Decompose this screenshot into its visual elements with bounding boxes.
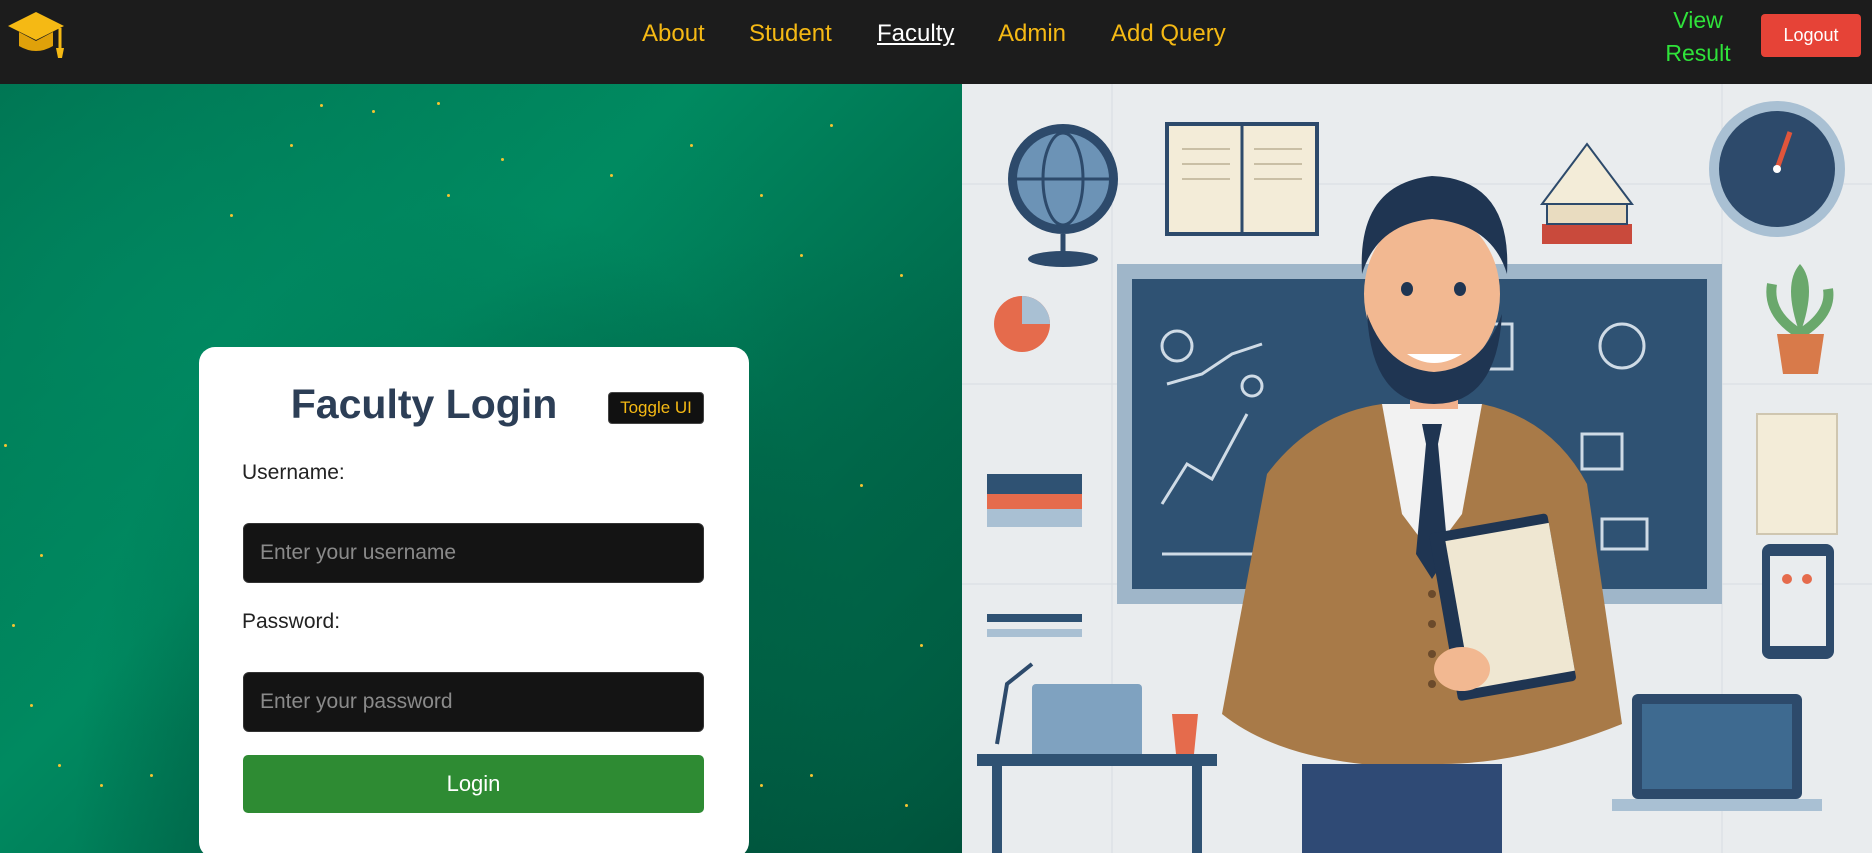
login-card: Faculty Login Toggle UI Username: Passwo… bbox=[199, 347, 749, 853]
login-background: Faculty Login Toggle UI Username: Passwo… bbox=[0, 84, 962, 853]
page-title: Faculty Login bbox=[290, 381, 558, 427]
username-label: Username: bbox=[242, 461, 345, 484]
document-icon bbox=[1756, 413, 1838, 535]
username-input[interactable] bbox=[243, 523, 704, 583]
open-book-icon bbox=[1165, 122, 1319, 236]
desk-icon bbox=[977, 662, 1217, 853]
nav-about[interactable]: About bbox=[642, 20, 705, 48]
clock-icon bbox=[1709, 101, 1845, 237]
password-label: Password: bbox=[242, 610, 341, 633]
laptop-icon bbox=[1612, 694, 1822, 811]
nav-faculty[interactable]: Faculty bbox=[877, 20, 954, 48]
password-input[interactable] bbox=[243, 672, 704, 732]
login-button[interactable]: Login bbox=[243, 755, 704, 813]
shelf-icons bbox=[987, 296, 1082, 637]
toggle-ui-button[interactable]: Toggle UI bbox=[608, 392, 704, 424]
view-result-line1: View bbox=[1673, 7, 1723, 33]
view-result-line2: Result bbox=[1665, 40, 1731, 66]
view-result-link[interactable]: View Result bbox=[1660, 4, 1736, 70]
tablet-icon bbox=[1762, 544, 1834, 659]
nav-admin[interactable]: Admin bbox=[998, 20, 1066, 48]
nav-add-query[interactable]: Add Query bbox=[1111, 20, 1226, 48]
nav-links: About Student Faculty Admin Add Query bbox=[0, 20, 1872, 52]
faculty-illustration bbox=[962, 84, 1872, 853]
nav-student[interactable]: Student bbox=[749, 20, 832, 48]
globe-icon bbox=[1008, 124, 1118, 267]
book-stack-icon bbox=[1540, 142, 1634, 244]
logout-button[interactable]: Logout bbox=[1761, 14, 1861, 57]
plant-icon bbox=[1766, 264, 1834, 374]
navbar: About Student Faculty Admin Add Query Vi… bbox=[0, 0, 1872, 84]
